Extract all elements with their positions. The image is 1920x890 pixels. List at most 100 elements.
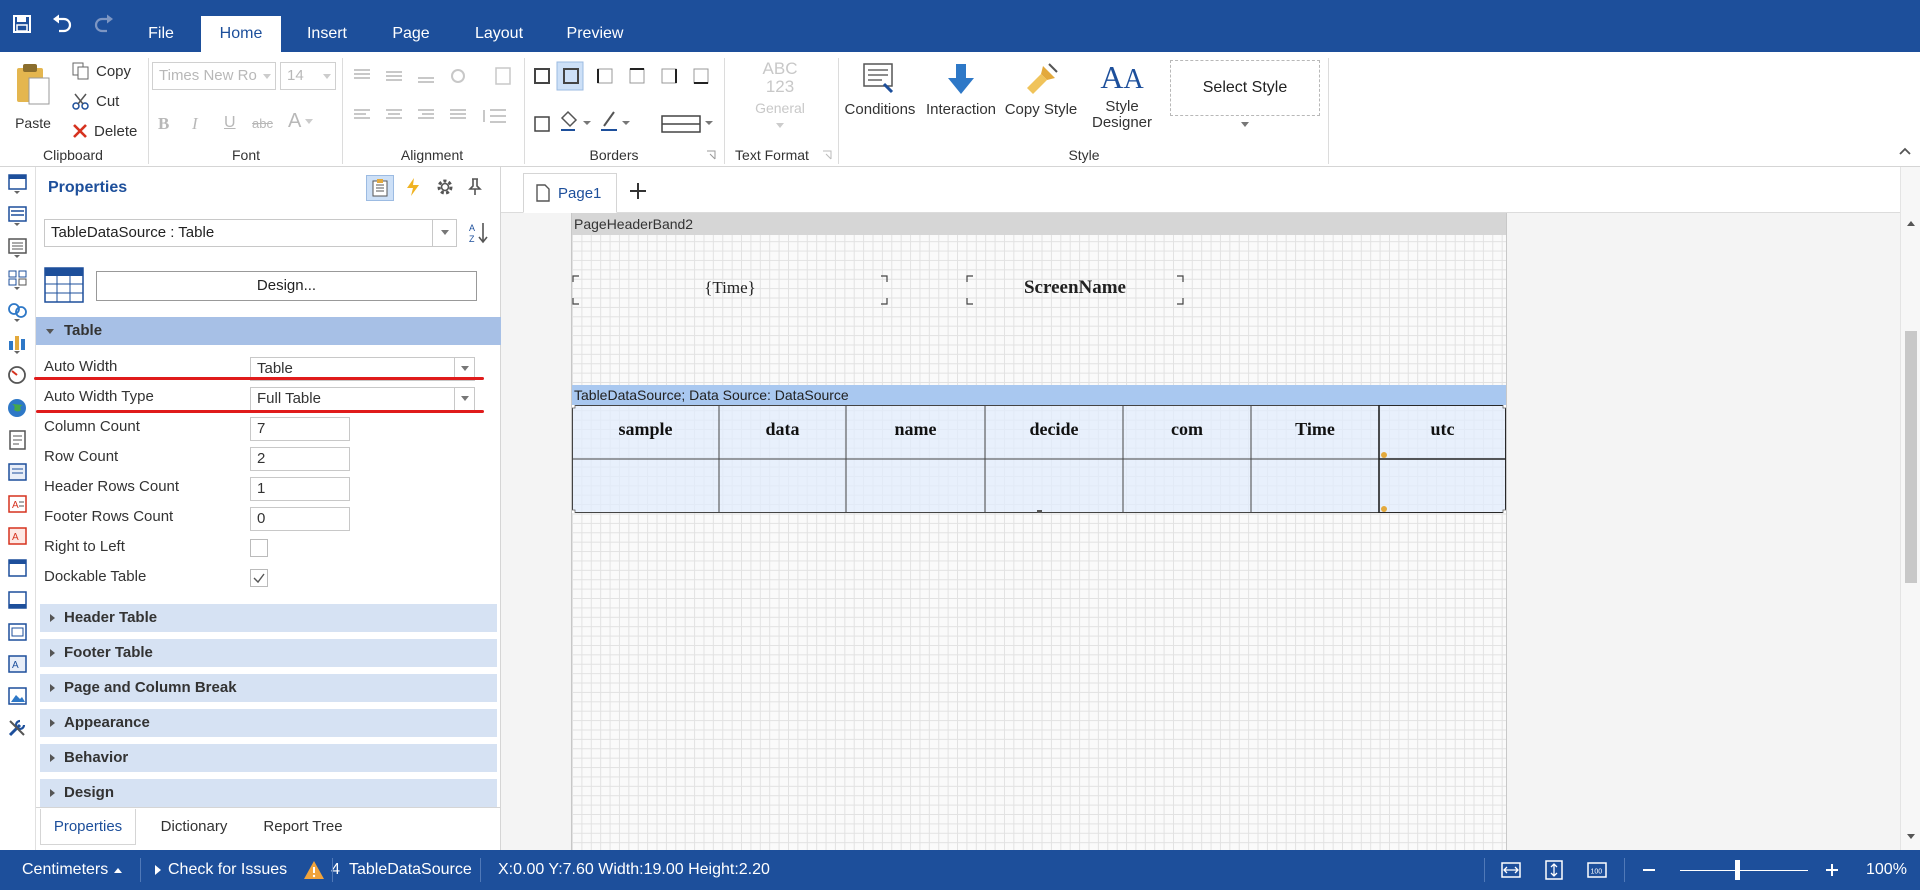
- report-title-band-icon[interactable]: [6, 173, 30, 195]
- underline-icon[interactable]: U: [224, 114, 236, 132]
- fit-width-icon[interactable]: [1500, 861, 1522, 879]
- footer-band-icon[interactable]: [6, 589, 30, 611]
- gauge-icon[interactable]: [6, 365, 30, 387]
- section-page-and-column-break[interactable]: Page and Column Break: [40, 674, 497, 702]
- tab-file[interactable]: File: [137, 16, 185, 52]
- table-section-header[interactable]: Table: [36, 317, 501, 345]
- vertical-scrollbar[interactable]: [1900, 167, 1920, 850]
- cut-button[interactable]: Cut: [72, 90, 119, 112]
- globe-icon[interactable]: [6, 397, 30, 419]
- add-page-icon[interactable]: [629, 182, 647, 200]
- border-buttons[interactable]: [528, 60, 718, 140]
- caret-right-icon: [155, 865, 161, 875]
- copy-button[interactable]: Copy: [72, 60, 131, 82]
- select-style-box[interactable]: Select Style: [1170, 60, 1320, 116]
- section-behavior[interactable]: Behavior: [40, 744, 497, 772]
- tab-dictionary[interactable]: Dictionary: [144, 809, 244, 845]
- rich-text-icon[interactable]: A: [6, 493, 30, 515]
- component-select[interactable]: TableDataSource : Table: [44, 219, 457, 247]
- header-band-icon[interactable]: [6, 557, 30, 579]
- font-size-select[interactable]: 14: [280, 62, 336, 90]
- data-band-title[interactable]: TableDataSource; Data Source: DataSource: [572, 385, 1506, 405]
- pin-icon[interactable]: [468, 178, 482, 196]
- units-selector[interactable]: Centimeters: [22, 850, 123, 890]
- collapse-ribbon-icon[interactable]: [1898, 146, 1912, 156]
- section-appearance[interactable]: Appearance: [40, 709, 497, 737]
- property-input[interactable]: 0: [250, 507, 350, 531]
- image-icon[interactable]: [6, 685, 30, 707]
- image-component-icon[interactable]: A: [6, 653, 30, 675]
- delete-button[interactable]: Delete: [72, 120, 137, 142]
- chevron-down-icon[interactable]: [1241, 122, 1249, 127]
- page-header-band-icon[interactable]: [6, 205, 30, 227]
- paste-button[interactable]: Paste: [10, 62, 56, 142]
- design-button[interactable]: Design...: [96, 271, 477, 301]
- save-icon[interactable]: [8, 10, 36, 38]
- check-issues-button[interactable]: Check for Issues 4: [154, 850, 340, 890]
- bold-icon[interactable]: B: [158, 114, 169, 134]
- interaction-label: Interaction: [925, 101, 997, 118]
- tab-page1[interactable]: Page1: [523, 173, 617, 213]
- scroll-up-icon[interactable]: [1906, 219, 1916, 227]
- tab-home[interactable]: Home: [201, 16, 281, 52]
- panel-icon[interactable]: [6, 461, 30, 483]
- scroll-down-icon[interactable]: [1906, 833, 1916, 841]
- tab-layout[interactable]: Layout: [465, 16, 533, 52]
- arrow-down-icon: [948, 64, 974, 94]
- property-checkbox[interactable]: [250, 539, 268, 557]
- property-input[interactable]: 2: [250, 447, 350, 471]
- conditions-button[interactable]: Conditions: [844, 62, 916, 118]
- tab-preview[interactable]: Preview: [557, 16, 633, 52]
- cross-band-icon[interactable]: [6, 269, 30, 291]
- zoom-in-icon[interactable]: [1826, 864, 1838, 876]
- scrollbar-thumb[interactable]: [1905, 331, 1917, 583]
- page-header-band-title[interactable]: PageHeaderBand2: [572, 213, 1506, 235]
- font-family-select[interactable]: Times New Ro: [152, 62, 276, 90]
- redo-icon[interactable]: [90, 10, 118, 38]
- table-section-label: Table: [64, 322, 103, 339]
- property-checkbox[interactable]: [250, 569, 268, 587]
- sub-report-icon[interactable]: [6, 621, 30, 643]
- undo-icon[interactable]: [48, 10, 76, 38]
- lightning-icon[interactable]: [404, 177, 422, 197]
- tab-report-tree[interactable]: Report Tree: [248, 809, 358, 845]
- tools-icon[interactable]: [6, 717, 30, 739]
- text-format-launcher-icon[interactable]: [822, 150, 832, 160]
- tab-insert[interactable]: Insert: [297, 16, 357, 52]
- style-designer-button[interactable]: AA Style Designer: [1084, 60, 1160, 131]
- tab-page[interactable]: Page: [381, 16, 441, 52]
- italic-icon[interactable]: I: [192, 114, 198, 134]
- property-input[interactable]: 1: [250, 477, 350, 501]
- data-band-icon[interactable]: [6, 237, 30, 259]
- font-color-icon[interactable]: A: [288, 110, 314, 133]
- text-format-button[interactable]: ABC 123 General: [744, 60, 816, 132]
- properties-view-button[interactable]: [366, 175, 394, 201]
- screen-name-textbox[interactable]: ScreenName: [966, 275, 1184, 305]
- shapes-icon[interactable]: [6, 301, 30, 323]
- sort-az-icon[interactable]: AZ: [468, 221, 490, 245]
- tab-properties[interactable]: Properties: [40, 809, 136, 845]
- section-footer-table[interactable]: Footer Table: [40, 639, 497, 667]
- zoom-slider-thumb[interactable]: [1735, 860, 1740, 880]
- property-label: Auto Width: [44, 358, 118, 375]
- strikethrough-icon[interactable]: abc: [252, 116, 273, 131]
- borders-launcher-icon[interactable]: [706, 150, 716, 160]
- chart-icon[interactable]: [6, 333, 30, 355]
- property-dropdown[interactable]: Full Table: [250, 387, 475, 411]
- section-header-table[interactable]: Header Table: [40, 604, 497, 632]
- interaction-button[interactable]: Interaction: [920, 62, 1002, 118]
- time-textbox[interactable]: {Time}: [572, 275, 888, 305]
- gear-icon[interactable]: [436, 178, 454, 196]
- fit-height-icon[interactable]: [1544, 859, 1564, 881]
- text-in-cells-icon[interactable]: A: [6, 525, 30, 547]
- component-select-value: TableDataSource : Table: [51, 224, 215, 241]
- zoom-slider-track[interactable]: [1680, 870, 1808, 871]
- alignment-buttons: [350, 64, 520, 144]
- copy-style-button[interactable]: Copy Style: [1004, 62, 1078, 118]
- property-input[interactable]: 7: [250, 417, 350, 441]
- actual-size-icon[interactable]: 100: [1586, 861, 1608, 879]
- section-design[interactable]: Design: [40, 779, 497, 807]
- data-table[interactable]: sample data name decide com Time utc: [572, 405, 1506, 513]
- text-component-icon[interactable]: [6, 429, 30, 451]
- zoom-out-icon[interactable]: [1643, 869, 1655, 872]
